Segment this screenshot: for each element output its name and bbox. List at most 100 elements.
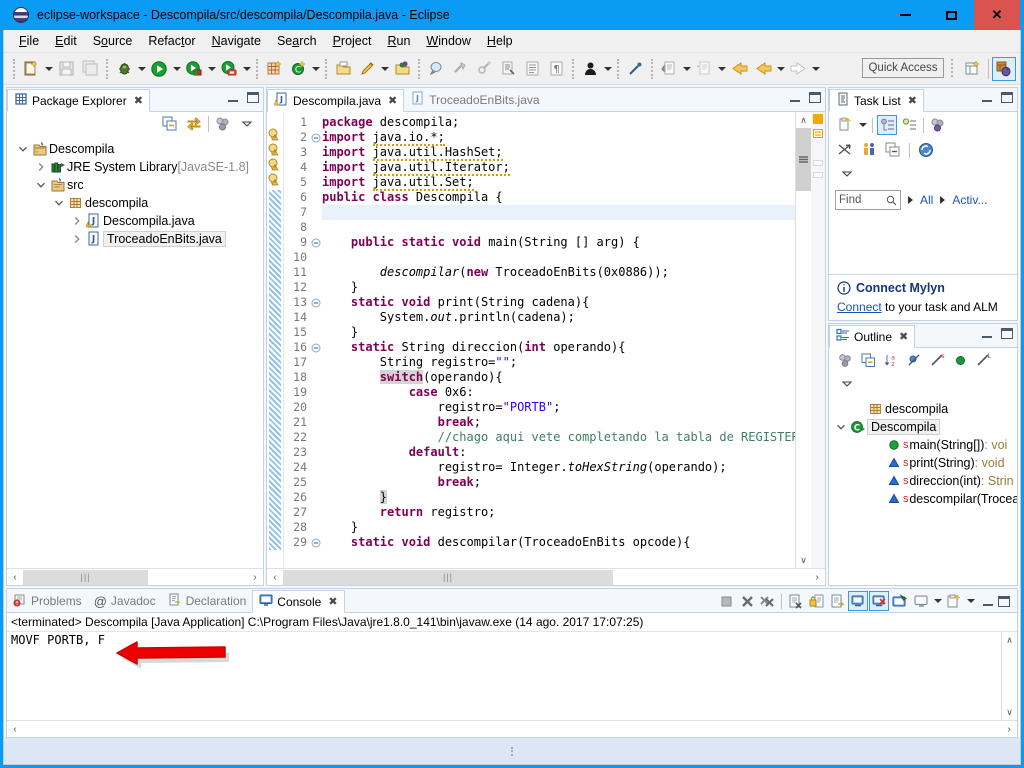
hscroll-track[interactable] — [23, 721, 1001, 737]
menu-edit[interactable]: Edit — [47, 31, 85, 51]
forward-dropdown-icon[interactable] — [810, 58, 821, 80]
outline-item-direccion-int[interactable]: Sdireccion(int) : Strin — [829, 472, 1017, 490]
code-line[interactable]: import java.util.HashSet; — [322, 145, 795, 161]
menu-source[interactable]: Source — [85, 31, 141, 51]
scroll-left-icon[interactable]: ‹ — [267, 569, 283, 585]
code-line[interactable]: static String direccion(int operando){ — [322, 340, 795, 355]
warning-marker-icon[interactable]: ! — [267, 127, 283, 142]
tab-console[interactable]: Console ✖ — [252, 590, 345, 613]
overview-ruler[interactable] — [811, 112, 825, 568]
menu-help[interactable]: Help — [479, 31, 521, 51]
scroll-down-icon[interactable]: ∨ — [796, 552, 811, 568]
code-line[interactable]: return registro; — [322, 505, 795, 520]
display-console-icon[interactable] — [911, 591, 931, 611]
back-icon[interactable] — [727, 57, 751, 81]
code-line[interactable]: import java.util.Set; — [322, 175, 795, 191]
tab-descompila-java[interactable]: J Descompila.java ✖ — [267, 89, 405, 112]
new-perspective-icon[interactable] — [961, 57, 985, 81]
categorized-icon[interactable] — [877, 115, 897, 135]
menu-run[interactable]: Run — [379, 31, 418, 51]
tree-item-descompila[interactable]: descompila — [7, 194, 263, 212]
fold-collapse-icon[interactable] — [310, 340, 322, 355]
folding-ruler[interactable] — [310, 112, 322, 568]
hscroll-thumb[interactable]: ||| — [283, 569, 613, 585]
fold-collapse-icon[interactable] — [310, 535, 322, 550]
code-text-area[interactable]: package descompila; import java.io.*; impo… — [322, 112, 795, 568]
filter-active-link[interactable]: Activ... — [952, 193, 987, 207]
new-wizard-icon[interactable] — [19, 57, 43, 81]
menu-refactor[interactable]: Refactor — [140, 31, 203, 51]
new-java-dropdown-icon[interactable] — [310, 58, 321, 80]
code-line[interactable]: registro="PORTB"; — [322, 400, 795, 415]
code-line[interactable]: break; — [322, 475, 795, 490]
chevron-down-icon[interactable] — [51, 198, 67, 208]
close-icon[interactable]: ✖ — [328, 595, 337, 608]
open-console-icon[interactable] — [944, 591, 964, 611]
forward-nav-icon[interactable] — [751, 57, 775, 81]
code-line[interactable]: break; — [322, 415, 795, 430]
scroll-down-icon[interactable]: ∨ — [1002, 704, 1017, 720]
fold-collapse-icon[interactable] — [310, 130, 322, 145]
user-dropdown-icon[interactable] — [602, 58, 613, 80]
run-last-icon[interactable] — [217, 57, 241, 81]
hide-fields-icon[interactable] — [904, 350, 924, 370]
vscroll-thumb[interactable] — [796, 128, 811, 191]
menu-search[interactable]: Search — [269, 31, 325, 51]
close-icon[interactable]: ✖ — [388, 94, 397, 107]
user-icon[interactable] — [578, 57, 602, 81]
new-java-project-icon[interactable] — [262, 57, 286, 81]
minimize-view-icon[interactable] — [982, 99, 992, 102]
maximize-view-icon[interactable] — [809, 92, 821, 103]
synchronize-icon[interactable] — [916, 140, 936, 160]
chevron-down-icon[interactable] — [833, 422, 849, 432]
minimize-view-icon[interactable] — [983, 603, 993, 606]
collapse-icon[interactable] — [835, 140, 855, 160]
clear-console-icon[interactable] — [785, 591, 805, 611]
tab-problems[interactable]: Problems — [7, 589, 88, 612]
restore-icon[interactable] — [883, 140, 903, 160]
code-line[interactable]: switch(operando){ — [322, 370, 795, 385]
new-java-class-icon[interactable]: C — [286, 57, 310, 81]
outline-item-print-string[interactable]: Sprint(String) : void — [829, 454, 1017, 472]
task-dropdown-icon[interactable] — [857, 114, 868, 136]
tree-item-jre-system-library[interactable]: JRE System Library [JavaSE-1.8] — [7, 158, 263, 176]
vscroll-track[interactable] — [796, 191, 811, 552]
tree-item-src[interactable]: src — [7, 176, 263, 194]
annotation-ruler[interactable]: !!!! — [267, 112, 284, 568]
tab-declaration[interactable]: Declaration — [162, 589, 253, 612]
warning-marker-icon[interactable]: ! — [267, 172, 283, 187]
run-last-dropdown-icon[interactable] — [241, 58, 252, 80]
show-console-stderr-icon[interactable] — [869, 591, 889, 611]
code-line[interactable]: //chago aqui vete completando la tabla d… — [322, 430, 795, 445]
open-console-dropdown-icon[interactable] — [965, 590, 976, 612]
code-line[interactable] — [322, 205, 795, 220]
menu-navigate[interactable]: Navigate — [204, 31, 269, 51]
minimize-button[interactable] — [882, 0, 928, 30]
tab-outline[interactable]: Outline ✖ — [829, 325, 916, 348]
code-line[interactable]: default: — [322, 445, 795, 460]
code-line[interactable]: import java.io.*; — [322, 130, 795, 146]
word-wrap-icon[interactable] — [827, 591, 847, 611]
focus-icon[interactable] — [835, 350, 855, 370]
collapse-all-icon[interactable] — [858, 350, 878, 370]
annotation-dropdown-icon[interactable] — [379, 58, 390, 80]
hide-nonpublic-icon[interactable] — [950, 350, 970, 370]
chevron-right-icon[interactable] — [69, 216, 85, 226]
hscroll-track[interactable]: ||| — [23, 569, 247, 585]
console-output-area[interactable]: MOVF PORTB, F ∧ ∨ — [7, 632, 1017, 720]
maximize-view-icon[interactable] — [998, 596, 1010, 607]
close-button[interactable]: ✕ — [974, 0, 1020, 30]
code-line[interactable]: System.out.println(cadena); — [322, 310, 795, 325]
package-explorer-hscroll[interactable]: ‹ ||| › — [7, 568, 263, 585]
outline-item-descompila[interactable]: C Descompila — [829, 418, 1017, 436]
warning-marker-icon[interactable]: ! — [267, 142, 283, 157]
next-annotation-icon[interactable] — [657, 57, 681, 81]
scroll-right-icon[interactable]: › — [247, 569, 263, 585]
view-dropdown-icon[interactable] — [837, 164, 857, 184]
tree-item-descompila[interactable]: Descompila — [7, 140, 263, 158]
pin-console-icon[interactable] — [890, 591, 910, 611]
console-vscroll[interactable]: ∧ ∨ — [1001, 632, 1017, 720]
view-dropdown-icon[interactable] — [237, 114, 257, 134]
filter-active-arrow-icon[interactable] — [940, 193, 945, 207]
code-line[interactable]: public static void main(String [] arg) { — [322, 235, 795, 250]
